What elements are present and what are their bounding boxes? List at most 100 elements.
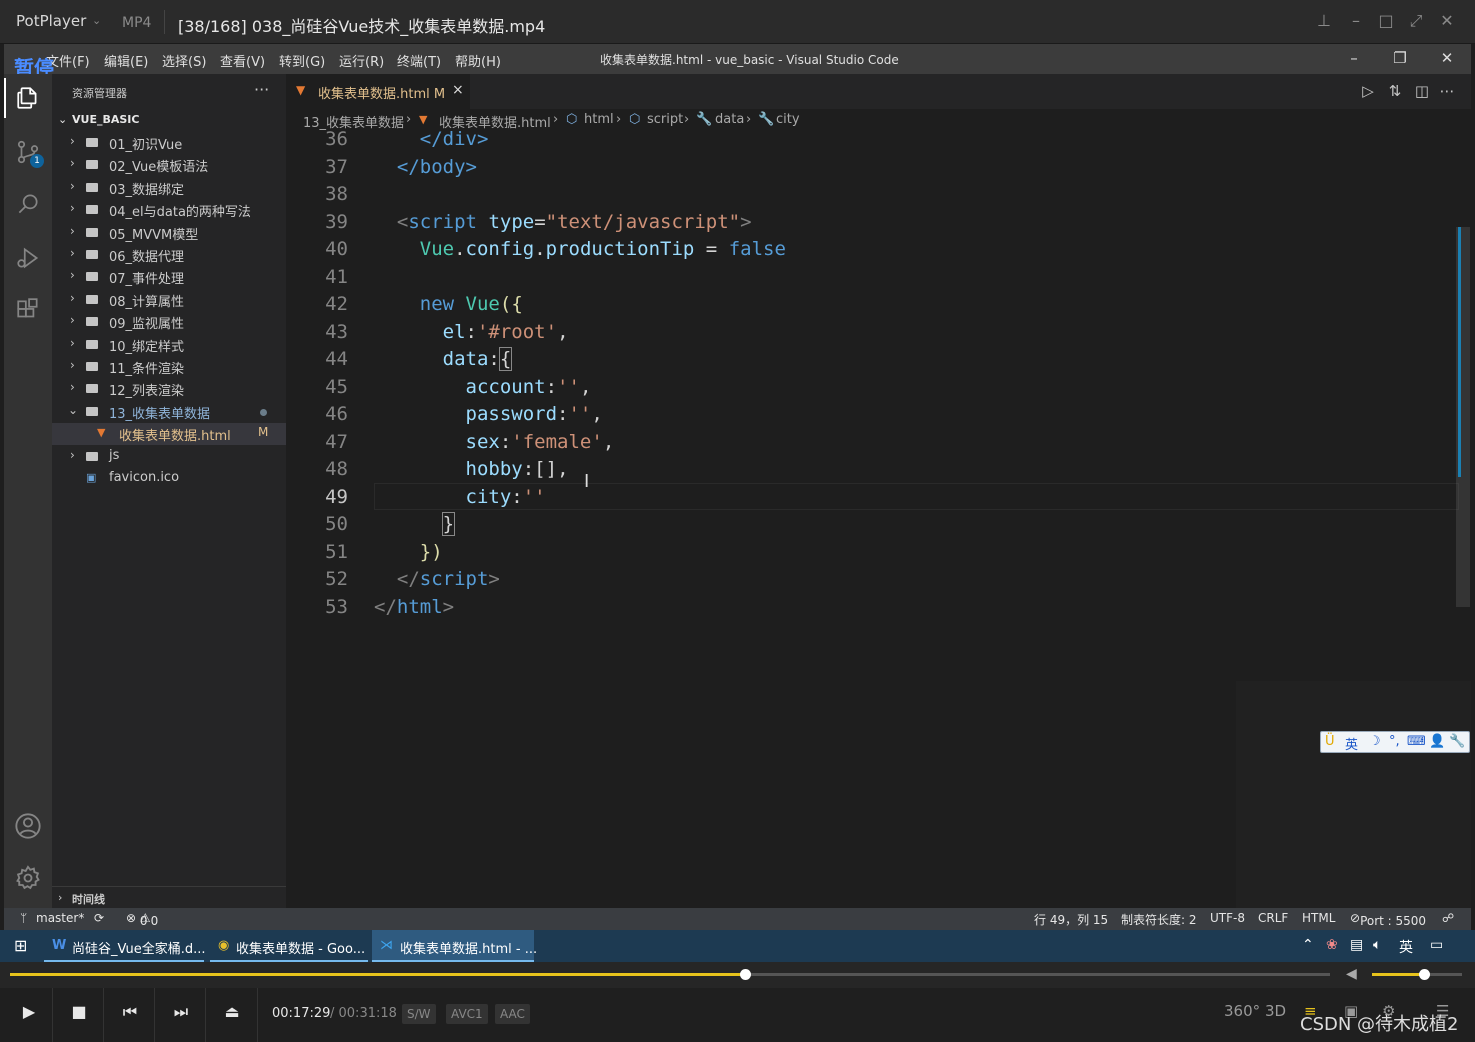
menu-go[interactable]: 转到(G) [279, 51, 325, 70]
code-editor[interactable]: 36 37 38 39 40 41 42 43 44 45 46 47 48 4… [286, 131, 1471, 908]
menu-edit[interactable]: 编辑(E) [104, 51, 148, 70]
menu-terminal[interactable]: 终端(T) [397, 51, 441, 70]
renderer-chip[interactable]: S/W [402, 1004, 436, 1024]
stop-icon[interactable]: ■ [64, 1002, 94, 1028]
tab-collect-form[interactable]: ▼ 收集表单数据.html M × [286, 74, 470, 109]
cursor-position[interactable]: 行 49，列 15 [1034, 911, 1108, 928]
task-vscode[interactable]: ⋊ 收集表单数据.html - ... [372, 930, 537, 962]
line-ending[interactable]: CRLF [1258, 911, 1288, 925]
breadcrumb-html[interactable]: html [584, 112, 614, 127]
windows-start-icon[interactable]: ⊞ [14, 936, 27, 955]
folder-05[interactable]: › 05_MVVM模型 [52, 222, 286, 244]
player-brand[interactable]: PotPlayer [16, 12, 86, 30]
run-icon[interactable]: ▷ [1357, 82, 1379, 100]
timeline-section[interactable]: › 时间线 [52, 886, 286, 908]
encoding[interactable]: UTF-8 [1210, 911, 1245, 925]
minimize-icon[interactable]: – [1346, 11, 1366, 30]
network-icon[interactable]: ▤ [1350, 937, 1363, 953]
breadcrumb-folder[interactable]: 13_收集表单数据 [303, 112, 404, 131]
3d-icon[interactable]: 3D [1265, 1002, 1286, 1020]
vr-360-icon[interactable]: 360° [1224, 1002, 1260, 1020]
extensions-icon[interactable] [4, 286, 52, 334]
minimize-icon[interactable]: – [1344, 49, 1364, 67]
input-lang[interactable]: 英 [1399, 937, 1413, 957]
account-icon[interactable] [4, 802, 52, 850]
search-icon[interactable] [4, 180, 52, 228]
language-mode[interactable]: HTML [1302, 911, 1335, 925]
seek-handle[interactable] [740, 969, 752, 980]
folder-04[interactable]: › 04_el与data的两种写法 [52, 199, 286, 221]
volume-icon[interactable]: ◀︎ [1346, 966, 1357, 982]
run-debug-icon[interactable] [4, 234, 52, 282]
task-chrome[interactable]: ◉ 收集表单数据 - Goo... [210, 930, 368, 962]
task-word[interactable]: W 尚硅谷_Vue全家桶.d... [44, 930, 206, 962]
folder-09[interactable]: › 09_监视属性 [52, 311, 286, 333]
explorer-icon[interactable] [4, 74, 52, 122]
live-server-port[interactable]: ⊘ Port : 5500 [1350, 911, 1426, 928]
chevron-down-icon[interactable]: ⌄ [92, 14, 101, 27]
chevron-up-icon[interactable]: ⌃ [1302, 937, 1314, 953]
tab-size[interactable]: 制表符长度: 2 [1121, 911, 1197, 928]
folder-01[interactable]: › 01_初识Vue [52, 132, 286, 154]
close-icon[interactable]: × [452, 82, 464, 98]
previous-icon[interactable]: ⏮︎ [115, 1002, 145, 1028]
folder-08[interactable]: › 08_计算属性 [52, 289, 286, 311]
git-branch[interactable]: master* [36, 911, 84, 925]
notification-icon[interactable]: ▭ [1430, 937, 1443, 953]
split-editor-icon[interactable]: ◫ [1411, 82, 1433, 100]
moon-icon[interactable]: ☽ [1369, 734, 1381, 749]
video-codec-chip[interactable]: AVC1 [446, 1004, 488, 1024]
menu-view[interactable]: 查看(V) [220, 51, 265, 70]
eject-icon[interactable]: ⏏︎ [217, 1002, 247, 1028]
user-icon[interactable]: 👤 [1429, 734, 1445, 749]
pin-icon[interactable]: ⊥ [1314, 11, 1334, 30]
compare-icon[interactable]: ⇅ [1384, 82, 1406, 100]
folder-12[interactable]: › 12_列表渲染 [52, 378, 286, 400]
maximize-icon[interactable]: □ [1376, 11, 1396, 30]
feedback-icon[interactable]: ☍ [1442, 911, 1454, 925]
settings-icon[interactable] [4, 854, 52, 902]
folder-03[interactable]: › 03_数据绑定 [52, 177, 286, 199]
ime-toolbar[interactable]: Ü 英 ☽ °, ⌨ 👤 🔧 [1320, 731, 1470, 753]
status-bar: ᛘ master* ⟳ ⊗ 0 ⚠ 0 行 49，列 15 制表符长度: 2 U… [4, 908, 1471, 930]
menu-selection[interactable]: 选择(S) [162, 51, 206, 70]
folder-11[interactable]: › 11_条件渲染 [52, 356, 286, 378]
more-actions-icon[interactable]: ⋯ [1436, 82, 1458, 100]
folder-06[interactable]: › 06_数据代理 [52, 244, 286, 266]
file-favicon[interactable]: ▣ favicon.ico [52, 468, 286, 490]
play-icon[interactable]: ▶ [14, 1002, 44, 1028]
sync-icon[interactable]: ⟳ [94, 911, 104, 925]
chevron-right-icon: › [70, 224, 75, 238]
breadcrumb-data[interactable]: data [715, 112, 744, 127]
tree-label: 13_收集表单数据 [109, 407, 211, 422]
breadcrumb-script[interactable]: script [647, 112, 683, 127]
restore-icon[interactable]: ❐ [1390, 49, 1410, 67]
folder-10[interactable]: › 10_绑定样式 [52, 334, 286, 356]
seek-bar[interactable]: ◀︎ [0, 962, 1475, 988]
close-icon[interactable]: ✕ [1437, 11, 1457, 30]
folder-02[interactable]: › 02_Vue模板语法 [52, 154, 286, 176]
wrench-icon[interactable]: 🔧 [1449, 734, 1465, 749]
fullscreen-icon[interactable]: ⤢ [1406, 11, 1426, 31]
more-actions-icon[interactable]: ··· [254, 80, 269, 99]
folder-07[interactable]: › 07_事件处理 [52, 266, 286, 288]
file-collect-form[interactable]: ▼ 收集表单数据.html M [52, 423, 286, 445]
folder-js[interactable]: › js [52, 446, 286, 468]
tray-app-icon[interactable]: ❀ [1326, 937, 1338, 953]
breadcrumb-file[interactable]: 收集表单数据.html [439, 112, 551, 131]
close-icon[interactable]: ✕ [1437, 49, 1457, 67]
project-root[interactable]: ⌄ VUE_BASIC [52, 110, 286, 132]
folder-13[interactable]: ⌄ 13_收集表单数据 [52, 401, 286, 423]
audio-codec-chip[interactable]: AAC [495, 1004, 530, 1024]
punctuation-icon[interactable]: °, [1389, 734, 1400, 749]
menu-help[interactable]: 帮助(H) [455, 51, 501, 70]
errors-warnings[interactable]: ⊗ 0 ⚠ 0 [126, 911, 158, 928]
next-icon[interactable]: ⏭︎ [166, 1002, 196, 1028]
volume-handle[interactable] [1419, 969, 1431, 980]
keyboard-icon[interactable]: ⌨ [1407, 734, 1426, 749]
breadcrumb-city[interactable]: city [776, 112, 800, 127]
ime-lang[interactable]: 英 [1345, 734, 1358, 753]
menu-run[interactable]: 运行(R) [339, 51, 384, 70]
volume-icon[interactable]: 🔈︎ [1373, 937, 1381, 953]
source-control-icon[interactable]: 1 [4, 128, 52, 176]
